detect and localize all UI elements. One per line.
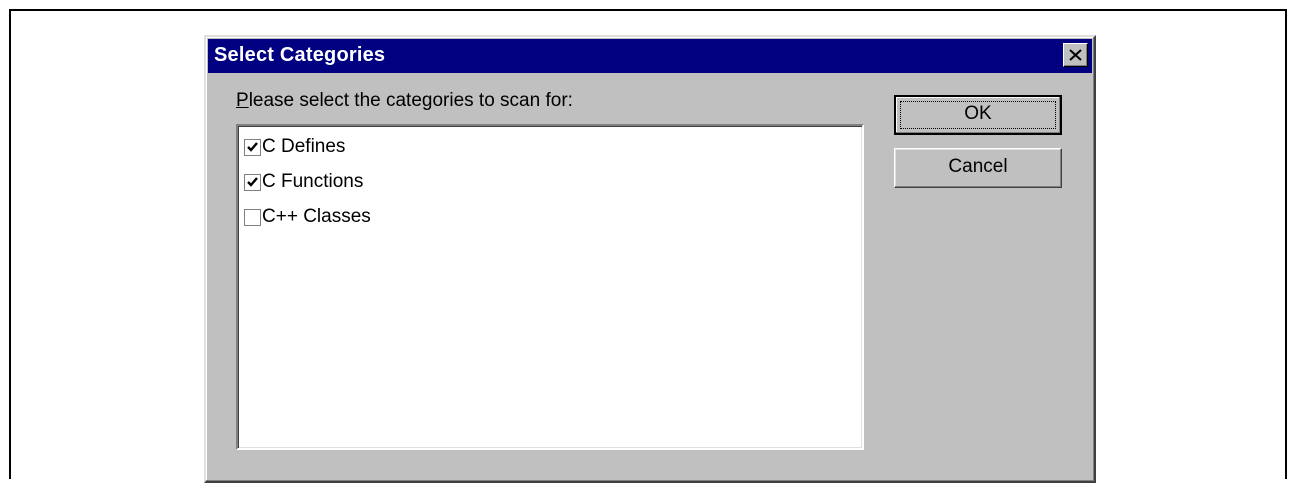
list-item-cpp-classes[interactable]: C++ Classes	[244, 204, 371, 230]
ok-button-label: OK	[964, 103, 992, 124]
prompt-text: lease select the categories to scan for:	[248, 90, 573, 111]
checkmark-icon	[247, 176, 258, 187]
cancel-button-label: Cancel	[948, 156, 1008, 177]
checkmark-icon	[247, 141, 258, 152]
dialog-title: Select Categories	[214, 44, 386, 66]
checkbox-c-defines[interactable]	[244, 138, 261, 156]
select-categories-dialog: Select Categories Please select the cate…	[204, 35, 1096, 483]
close-button[interactable]	[1063, 43, 1088, 67]
categories-listbox[interactable]: C Defines C Functions C++ Classes	[236, 124, 864, 450]
list-item-label: C Defines	[262, 136, 346, 157]
list-item-label: C Functions	[262, 171, 364, 192]
ok-button[interactable]: OK	[894, 95, 1062, 135]
cancel-button[interactable]: Cancel	[894, 148, 1062, 188]
checkbox-c-functions[interactable]	[244, 173, 261, 191]
checkbox-cpp-classes[interactable]	[244, 208, 261, 226]
list-item-c-defines[interactable]: C Defines	[244, 134, 345, 160]
prompt-label: Please select the categories to scan for…	[236, 90, 573, 112]
list-item-label: C++ Classes	[262, 206, 371, 227]
prompt-accelerator: P	[236, 90, 249, 111]
list-item-c-functions[interactable]: C Functions	[244, 169, 363, 195]
title-bar[interactable]: Select Categories	[208, 39, 1092, 73]
close-icon	[1069, 49, 1082, 61]
